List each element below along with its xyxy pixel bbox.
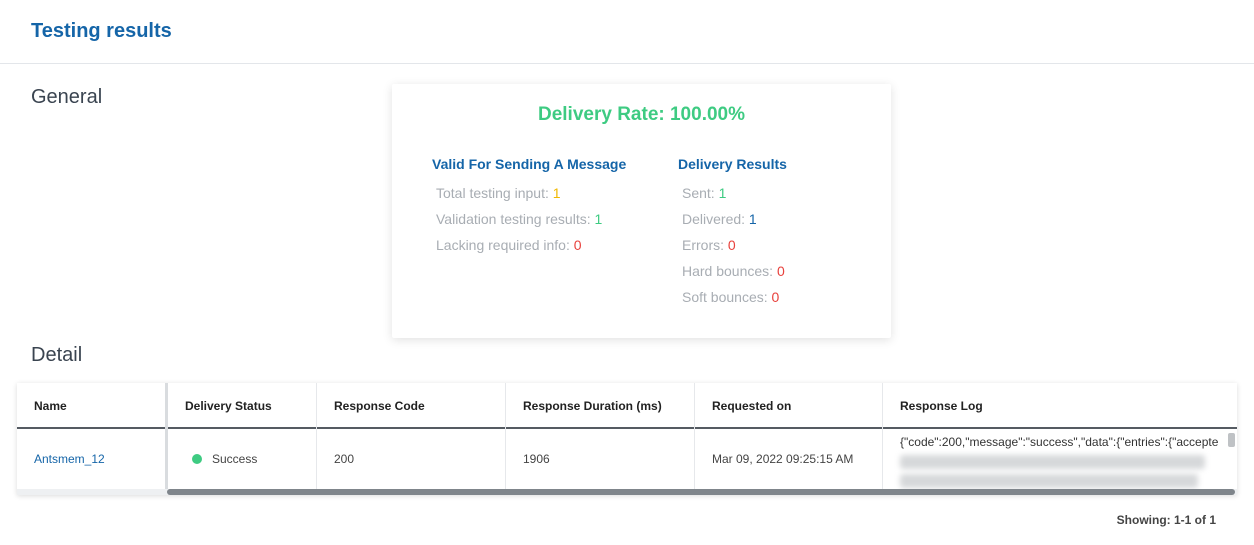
table-row-duration-cell: 1906 [506,429,695,489]
stat-value: 0 [771,289,780,305]
table-row-log-cell[interactable]: {"code":200,"message":"success","data":{… [883,429,1237,489]
stat-label: Delivered: [682,211,749,227]
validation-testing-results: Validation testing results: 1 [432,206,626,232]
valid-column: Valid For Sending A Message Total testin… [432,156,626,258]
general-section-title: General [31,86,103,108]
row-name-link[interactable]: Antsmem_12 [34,452,105,466]
lacking-required-info: Lacking required info: 0 [432,232,626,258]
pagination-summary: Showing: 1-1 of 1 [1116,513,1216,527]
stat-label: Total testing input: [436,185,553,201]
log-scrollbar-thumb[interactable] [1228,433,1235,447]
redacted-log-content [900,474,1198,488]
table-row-status-cell: Success [168,429,317,489]
stat-label: Hard bounces: [682,263,777,279]
errors-stat: Errors: 0 [678,232,787,258]
column-header-delivery-status[interactable]: Delivery Status [168,383,317,429]
column-header-response-log[interactable]: Response Log [883,383,1237,429]
column-header-response-code[interactable]: Response Code [317,383,506,429]
stat-label: Errors: [682,237,728,253]
stat-value: 0 [776,263,785,279]
soft-bounces-stat: Soft bounces: 0 [678,284,787,310]
stat-value: 1 [594,211,603,227]
detail-section-title: Detail [31,344,83,366]
stat-label: Sent: [682,185,719,201]
redacted-log-content [900,455,1205,469]
delivery-heading: Delivery Results [678,156,787,172]
column-header-response-duration[interactable]: Response Duration (ms) [506,383,695,429]
stat-label: Soft bounces: [682,289,772,305]
detail-table: Name Delivery Status Response Code Respo… [17,383,1237,495]
stat-value: 1 [552,185,561,201]
page-title: Testing results [31,20,172,42]
stat-label: Validation testing results: [436,211,595,227]
table-row-code-cell: 200 [317,429,506,489]
summary-card: Delivery Rate: 100.00% Valid For Sending… [392,84,891,338]
valid-heading: Valid For Sending A Message [432,156,627,172]
sent-stat: Sent: 1 [678,180,787,206]
success-status-dot-icon [192,454,202,464]
stat-value: 1 [718,185,727,201]
stat-label: Lacking required info: [436,237,574,253]
table-row-requested-cell: Mar 09, 2022 09:25:15 AM [695,429,883,489]
table-row-name-cell: Antsmem_12 [17,429,168,489]
stat-value: 1 [748,211,757,227]
status-text: Success [212,452,258,466]
column-header-name[interactable]: Name [17,383,168,429]
stat-value: 0 [727,237,736,253]
delivered-stat: Delivered: 1 [678,206,787,232]
hard-bounces-stat: Hard bounces: 0 [678,258,787,284]
column-header-requested-on[interactable]: Requested on [695,383,883,429]
horizontal-scrollbar-thumb[interactable] [167,489,1235,495]
delivery-column: Delivery Results Sent: 1 Delivered: 1 Er… [678,156,787,310]
total-testing-input: Total testing input: 1 [432,180,626,206]
response-log-text: {"code":200,"message":"success","data":{… [900,435,1219,449]
delivery-rate: Delivery Rate: 100.00% [537,104,745,125]
stat-value: 0 [573,237,582,253]
page-header: Testing results [0,0,1254,64]
